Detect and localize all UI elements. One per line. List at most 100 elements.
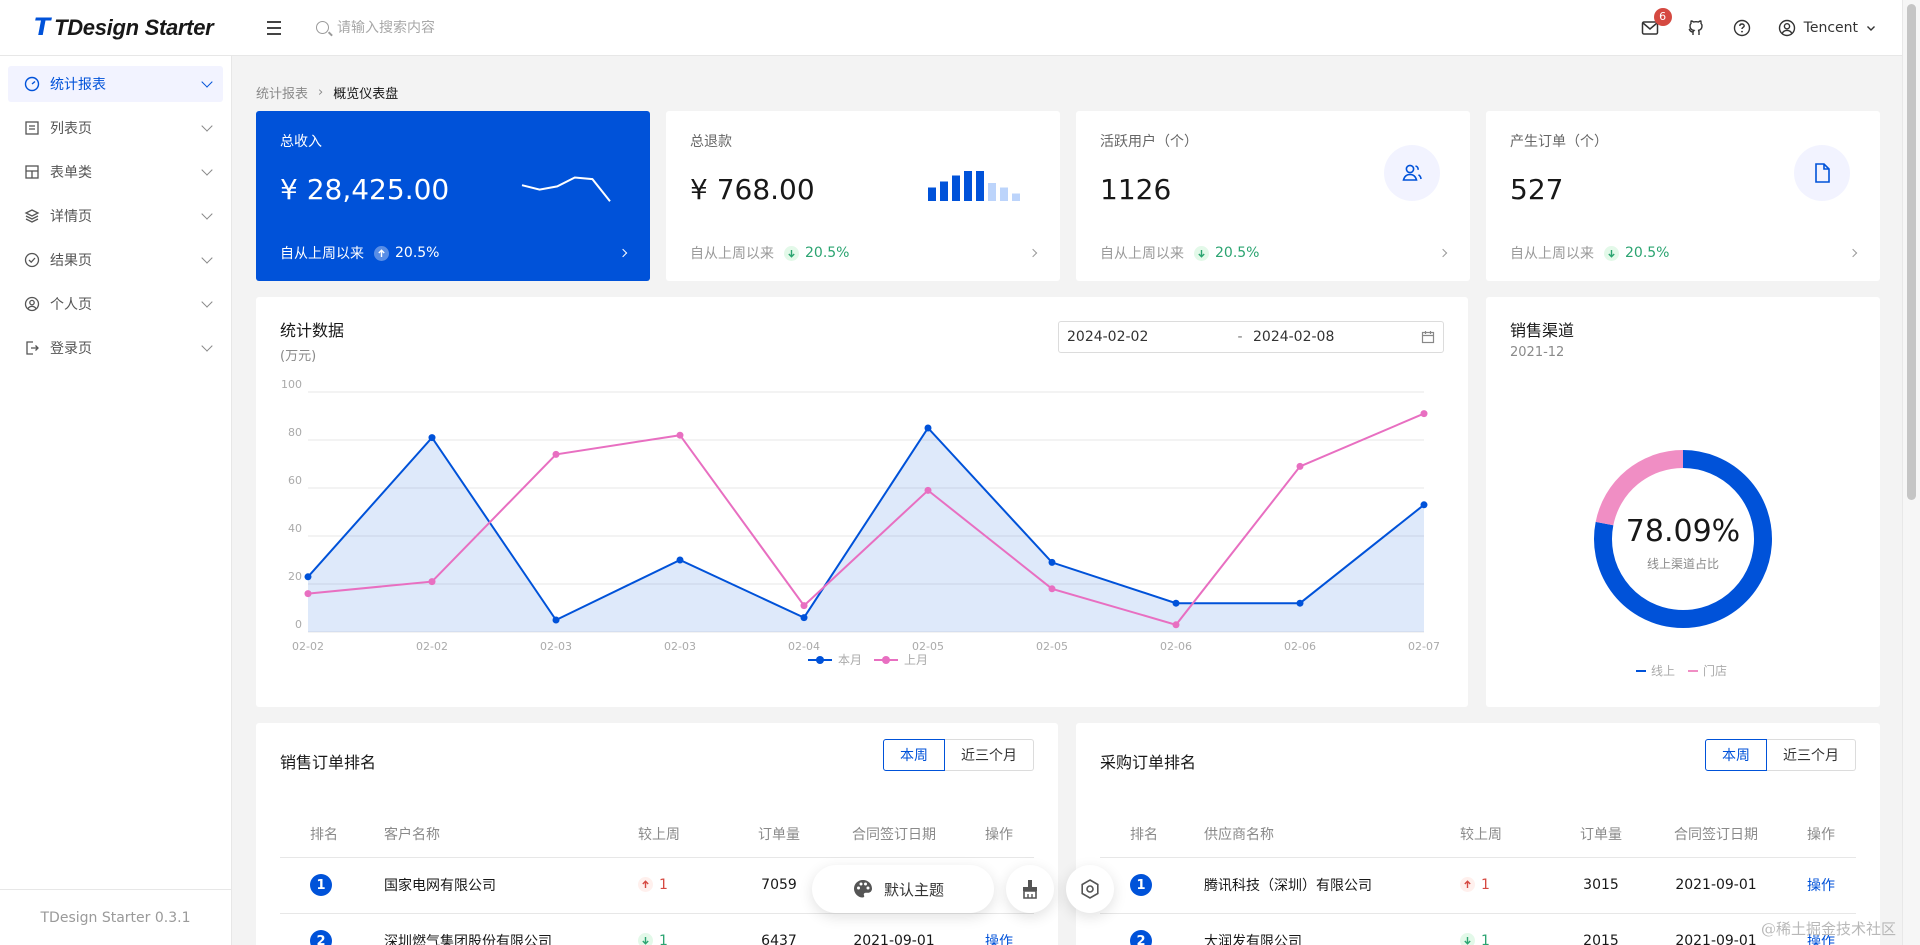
sidebar-item-label: 结果页: [50, 253, 92, 269]
help-button[interactable]: [1732, 18, 1752, 38]
stat-footer[interactable]: 自从上周以来 20.5%: [280, 243, 628, 263]
stat-trend-value: 20.5%: [395, 245, 440, 261]
data-point: [1172, 621, 1180, 629]
legend-label: 上月: [904, 653, 928, 667]
date-end[interactable]: 2024-02-08: [1253, 329, 1421, 345]
rank-badge: 1: [1130, 874, 1152, 896]
x-tick-label: 02-05: [1036, 640, 1068, 653]
sidebar-item-dashboard[interactable]: 统计报表: [8, 66, 223, 102]
table-row: 1 腾讯科技（深圳）有限公司 1 3015 2021-09-01 操作: [1100, 857, 1856, 914]
user-menu[interactable]: Tencent: [1778, 19, 1876, 37]
sidebar-item-login[interactable]: 登录页: [8, 330, 223, 366]
github-button[interactable]: [1686, 18, 1706, 38]
y-tick-label: 20: [288, 570, 302, 583]
sidebar-item-label: 表单类: [50, 165, 92, 181]
data-point: [552, 616, 560, 624]
app-version: TDesign Starter 0.3.1: [0, 889, 231, 945]
stat-title: 总收入: [280, 134, 322, 150]
breadcrumb-current: 概览仪表盘: [333, 87, 399, 102]
order-count: 6437: [734, 913, 824, 945]
sidebar-item-detail[interactable]: 详情页: [8, 198, 223, 234]
operation-link[interactable]: 操作: [1807, 878, 1835, 894]
purchase-rank-table: 排名 供应商名称 较上周 订单量 合同签订日期 操作 1 腾讯科技（深圳）有限公…: [1100, 811, 1856, 945]
column-header: 操作: [964, 811, 1034, 858]
settings-icon: [1081, 879, 1099, 899]
statistics-panel: 统计数据 (万元) 2024-02-02 - 2024-02-08 0 20 40 6…: [256, 297, 1468, 707]
column-header: 合同签订日期: [1646, 811, 1786, 858]
y-tick-label: 40: [288, 522, 302, 535]
users-icon: [1384, 145, 1440, 201]
column-header: 较上周: [1460, 811, 1556, 858]
brush-icon: [1023, 880, 1037, 899]
tab-three-months[interactable]: 近三个月: [1767, 739, 1856, 771]
settings-button[interactable]: [1066, 865, 1114, 913]
trend-up-icon: [638, 877, 653, 893]
data-point: [1048, 585, 1056, 593]
tab-this-week[interactable]: 本周: [1705, 739, 1767, 771]
stat-footer[interactable]: 自从上周以来 20.5%: [1100, 243, 1448, 263]
data-point: [428, 434, 436, 442]
date-range-picker[interactable]: 2024-02-02 - 2024-02-08: [1058, 321, 1444, 353]
customer-name: 深圳燃气集团股份有限公司: [356, 913, 638, 945]
stat-footer[interactable]: 自从上周以来 20.5%: [690, 243, 1038, 263]
floating-toolbar: 默认主题: [812, 865, 1114, 913]
chevron-right-icon: [1438, 248, 1448, 258]
data-point: [1296, 462, 1304, 470]
data-point: [1296, 599, 1304, 607]
breadcrumb: 统计报表 › 概览仪表盘: [256, 83, 398, 102]
purchase-rank-panel: 采购订单排名 本周 近三个月 排名 供应商名称 较上周 订单量 合同签订日期 操…: [1076, 723, 1880, 945]
data-point: [1420, 501, 1428, 509]
column-header: 操作: [1786, 811, 1856, 858]
stat-title: 总退款: [690, 134, 732, 150]
y-tick-label: 80: [288, 426, 302, 439]
layers-icon: [24, 208, 40, 224]
contract-date: 2021-09-01: [1646, 857, 1786, 914]
menu-toggle-button[interactable]: [262, 16, 286, 40]
scrollbar-thumb[interactable]: [1907, 4, 1916, 500]
clean-button[interactable]: [1006, 865, 1054, 913]
date-separator: -: [1237, 329, 1243, 345]
theme-switch-button[interactable]: 默认主题: [812, 865, 994, 913]
breadcrumb-parent[interactable]: 统计报表: [256, 83, 308, 102]
app-logo[interactable]: 𝙏 TDesign Starter: [0, 13, 232, 42]
palette-icon: [854, 880, 872, 898]
breadcrumb-separator-icon: ›: [318, 85, 324, 100]
user-avatar-icon: [1778, 19, 1795, 36]
stat-card-active-users: 活跃用户（个） 1126 自从上周以来 20.5%: [1076, 111, 1470, 281]
theme-label: 默认主题: [884, 880, 945, 899]
sidebar-item-result[interactable]: 结果页: [8, 242, 223, 278]
tab-three-months[interactable]: 近三个月: [945, 739, 1034, 771]
mail-button[interactable]: 6: [1640, 7, 1672, 38]
change-value: 1: [1481, 932, 1490, 945]
date-start[interactable]: 2024-02-02: [1067, 329, 1227, 345]
chevron-right-icon: [618, 248, 628, 258]
change-value: 1: [659, 932, 668, 945]
data-point: [800, 614, 808, 622]
sidebar-item-label: 统计报表: [50, 77, 106, 93]
column-header: 排名: [1100, 811, 1176, 858]
search-input[interactable]: [337, 19, 557, 36]
sidebar-item-personal[interactable]: 个人页: [8, 286, 223, 322]
search-box[interactable]: [316, 19, 616, 36]
sidebar-item-label: 登录页: [50, 341, 92, 357]
x-tick-label: 02-04: [788, 640, 820, 653]
page-scrollbar[interactable]: [1902, 0, 1920, 945]
tab-this-week[interactable]: 本周: [883, 739, 945, 771]
column-header: 供应商名称: [1176, 811, 1460, 858]
sidebar-item-list[interactable]: 列表页: [8, 110, 223, 146]
operation-link[interactable]: 操作: [985, 934, 1013, 945]
chevron-down-icon: [201, 164, 213, 176]
customer-name: 国家电网有限公司: [356, 857, 638, 914]
refund-bar: [928, 187, 936, 201]
refund-bar: [976, 171, 984, 201]
x-tick-label: 02-03: [664, 640, 696, 653]
stat-trend: 20.5%: [784, 245, 849, 261]
sidebar-item-form[interactable]: 表单类: [8, 154, 223, 190]
chevron-down-icon: [201, 76, 213, 88]
refund-bar: [1012, 193, 1020, 201]
legend-marker: [816, 656, 824, 664]
data-point: [1420, 410, 1428, 418]
stat-footer[interactable]: 自从上周以来 20.5%: [1510, 243, 1858, 263]
file-icon: [1794, 145, 1850, 201]
sidebar-item-label: 详情页: [50, 209, 92, 225]
